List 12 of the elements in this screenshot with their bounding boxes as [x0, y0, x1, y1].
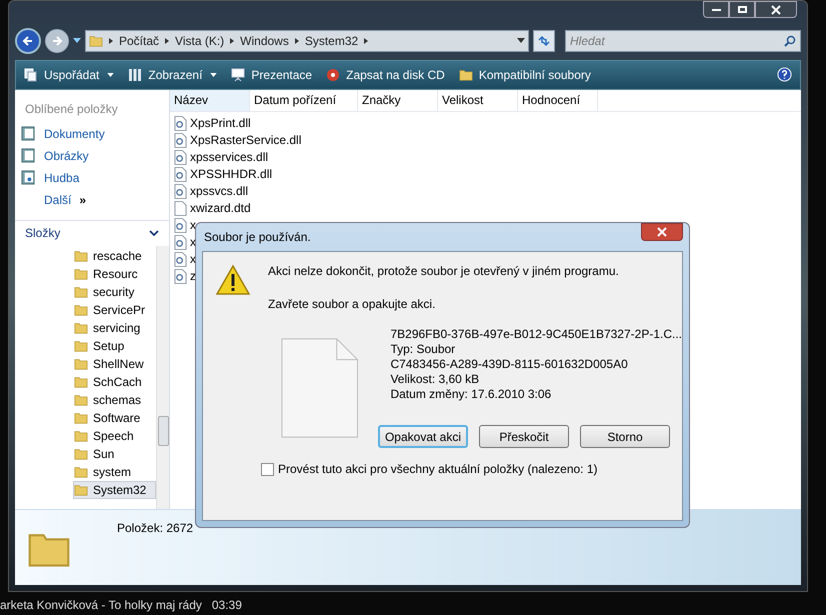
- file-detail: 7B296FB0-376B-497e-B012-9C450E1B7327-2P-1.C...: [390, 327, 682, 342]
- favorites-heading: Oblíbené položky: [25, 100, 119, 118]
- file-detail: Typ: Soubor: [390, 342, 456, 357]
- file-detail: Datum změny: 17.6.2010 3:06: [390, 387, 552, 402]
- track-title: arketa Konvičková - To holky maj rády: [0, 597, 202, 614]
- dialog-title: Soubor je používán.: [204, 229, 311, 246]
- item-count: Položek: 2672: [117, 520, 194, 538]
- track-time: 03:39: [212, 597, 242, 614]
- file-detail: C7483456-A289-439D-8115-601632D005A0: [390, 357, 629, 372]
- dialog-instruction: Zavřete soubor a opakujte akci.: [268, 296, 436, 313]
- dialog-message: Akci nelze dokončit, protože soubor je otevřený v jiném programu.: [268, 263, 619, 280]
- file-detail: Velikost: 3,60 kB: [390, 372, 480, 387]
